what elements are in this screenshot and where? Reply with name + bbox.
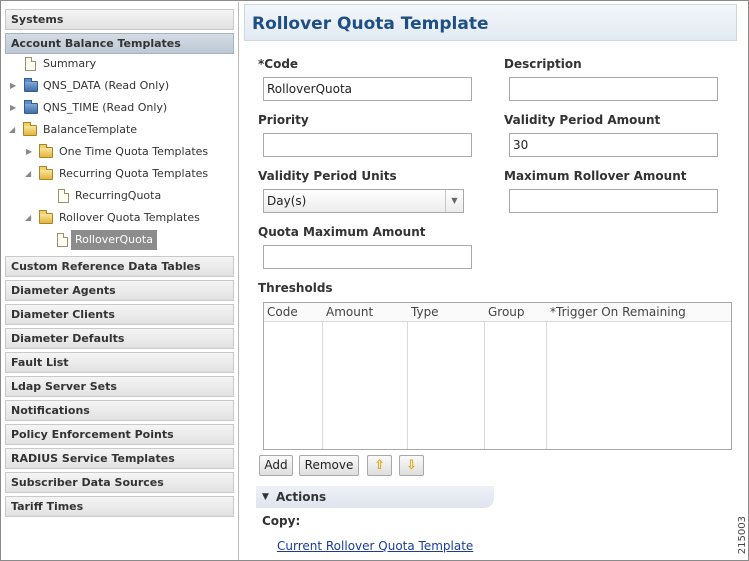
column-code xyxy=(264,303,323,449)
expand-arrow-icon[interactable]: ▶ xyxy=(10,76,20,96)
section-account-balance-templates[interactable]: Account Balance Templates xyxy=(5,33,234,54)
remove-button[interactable]: Remove xyxy=(299,455,359,476)
quota-maximum-amount-label: Quota Maximum Amount xyxy=(258,225,426,239)
tree-item-label: Summary xyxy=(43,57,97,70)
copy-label: Copy: xyxy=(262,514,301,528)
section-subscriber-data-sources[interactable]: Subscriber Data Sources xyxy=(5,472,234,493)
tree-item-rollover-quota[interactable]: RolloverQuota xyxy=(2,230,238,250)
tree-item-label: RecurringQuota xyxy=(75,189,162,202)
folder-icon xyxy=(24,78,38,92)
move-down-button[interactable]: ⇩ xyxy=(399,455,424,476)
arrow-down-icon: ⇩ xyxy=(406,458,417,473)
tree-item-recurring-quota[interactable]: RecurringQuota xyxy=(2,186,238,206)
application-window: Systems Account Balance Templates Summar… xyxy=(0,0,749,561)
column-header-trigger-on-remaining[interactable]: *Trigger On Remaining xyxy=(547,303,731,322)
tree-item-label: Rollover Quota Templates xyxy=(59,211,200,224)
tree-item-recurring-quota-templates[interactable]: ◢ Recurring Quota Templates xyxy=(2,164,238,184)
tree-item-label: BalanceTemplate xyxy=(43,123,138,136)
file-icon xyxy=(58,189,69,203)
collapse-arrow-icon[interactable]: ◢ xyxy=(9,120,19,140)
section-diameter-clients[interactable]: Diameter Clients xyxy=(5,304,234,325)
left-navigation-panel: Systems Account Balance Templates Summar… xyxy=(2,2,239,560)
file-icon xyxy=(25,57,36,71)
thresholds-table[interactable]: Code Amount Type Group *Trigger On Remai… xyxy=(263,302,732,450)
maximum-rollover-amount-label: Maximum Rollover Amount xyxy=(504,169,687,183)
code-label: *Code xyxy=(258,57,299,71)
tree-item-label: Recurring Quota Templates xyxy=(59,167,209,180)
tree-item-qns-data[interactable]: ▶ QNS_DATA (Read Only) xyxy=(2,76,238,96)
section-custom-reference-data-tables[interactable]: Custom Reference Data Tables xyxy=(5,256,234,277)
actions-section-header[interactable]: ▼ Actions xyxy=(256,486,494,508)
priority-input[interactable] xyxy=(263,133,472,157)
column-header-amount[interactable]: Amount xyxy=(323,303,408,322)
tree-item-label: QNS_TIME (Read Only) xyxy=(43,101,168,114)
tree-item-label: One Time Quota Templates xyxy=(59,145,209,158)
page-title: Rollover Quota Template xyxy=(252,14,489,34)
add-button[interactable]: Add xyxy=(259,455,293,476)
chevron-down-icon[interactable]: ▼ xyxy=(445,190,463,212)
title-bar: Rollover Quota Template xyxy=(244,4,737,41)
folder-open-icon xyxy=(39,144,53,158)
section-systems[interactable]: Systems xyxy=(5,9,234,30)
folder-open-icon xyxy=(39,210,53,224)
column-type xyxy=(408,303,485,449)
thresholds-label: Thresholds xyxy=(258,281,333,295)
column-group xyxy=(485,303,547,449)
section-policy-enforcement-points[interactable]: Policy Enforcement Points xyxy=(5,424,234,445)
maximum-rollover-amount-input[interactable] xyxy=(509,189,718,213)
copy-current-template-link[interactable]: Current Rollover Quota Template xyxy=(277,539,473,553)
tree-item-one-time-quota-templates[interactable]: ▶ One Time Quota Templates xyxy=(2,142,238,162)
section-radius-service-templates[interactable]: RADIUS Service Templates xyxy=(5,448,234,469)
figure-id: 215003 xyxy=(737,515,748,554)
section-tariff-times[interactable]: Tariff Times xyxy=(5,496,234,517)
expand-arrow-icon[interactable]: ▶ xyxy=(26,142,36,162)
description-label: Description xyxy=(504,57,582,71)
file-icon xyxy=(57,233,68,247)
tree-item-label: QNS_DATA (Read Only) xyxy=(43,79,170,92)
tree-item-summary[interactable]: Summary xyxy=(2,54,238,74)
section-ldap-server-sets[interactable]: Ldap Server Sets xyxy=(5,376,234,397)
column-header-type[interactable]: Type xyxy=(408,303,485,322)
select-value: Day(s) xyxy=(267,194,307,208)
tree-item-rollover-quota-templates[interactable]: ◢ Rollover Quota Templates xyxy=(2,208,238,228)
collapse-arrow-icon[interactable]: ◢ xyxy=(25,208,35,228)
validity-period-amount-input[interactable] xyxy=(509,133,718,157)
section-diameter-defaults[interactable]: Diameter Defaults xyxy=(5,328,234,349)
code-input[interactable] xyxy=(263,77,472,101)
folder-open-icon xyxy=(39,166,53,180)
priority-label: Priority xyxy=(258,113,309,127)
column-header-group[interactable]: Group xyxy=(485,303,547,322)
section-notifications[interactable]: Notifications xyxy=(5,400,234,421)
column-amount xyxy=(323,303,408,449)
tree-item-label: RolloverQuota xyxy=(71,230,157,250)
expand-arrow-icon[interactable]: ▶ xyxy=(10,98,20,118)
description-input[interactable] xyxy=(509,77,718,101)
move-up-button[interactable]: ⇧ xyxy=(367,455,392,476)
column-header-code[interactable]: Code xyxy=(264,303,323,322)
validity-period-amount-label: Validity Period Amount xyxy=(504,113,661,127)
folder-icon xyxy=(24,100,38,114)
tree-item-balance-template[interactable]: ◢ BalanceTemplate xyxy=(2,120,238,140)
validity-period-units-label: Validity Period Units xyxy=(258,169,397,183)
collapse-triangle-icon[interactable]: ▼ xyxy=(262,486,269,508)
actions-title: Actions xyxy=(276,490,327,504)
folder-open-icon xyxy=(23,122,37,136)
collapse-arrow-icon[interactable]: ◢ xyxy=(25,164,35,184)
validity-period-units-select[interactable]: Day(s) ▼ xyxy=(263,189,464,213)
section-diameter-agents[interactable]: Diameter Agents xyxy=(5,280,234,301)
section-fault-list[interactable]: Fault List xyxy=(5,352,234,373)
quota-maximum-amount-input[interactable] xyxy=(263,245,472,269)
tree-item-qns-time[interactable]: ▶ QNS_TIME (Read Only) xyxy=(2,98,238,118)
editor-panel: Rollover Quota Template *Code Descriptio… xyxy=(244,4,737,560)
arrow-up-icon: ⇧ xyxy=(374,458,385,473)
